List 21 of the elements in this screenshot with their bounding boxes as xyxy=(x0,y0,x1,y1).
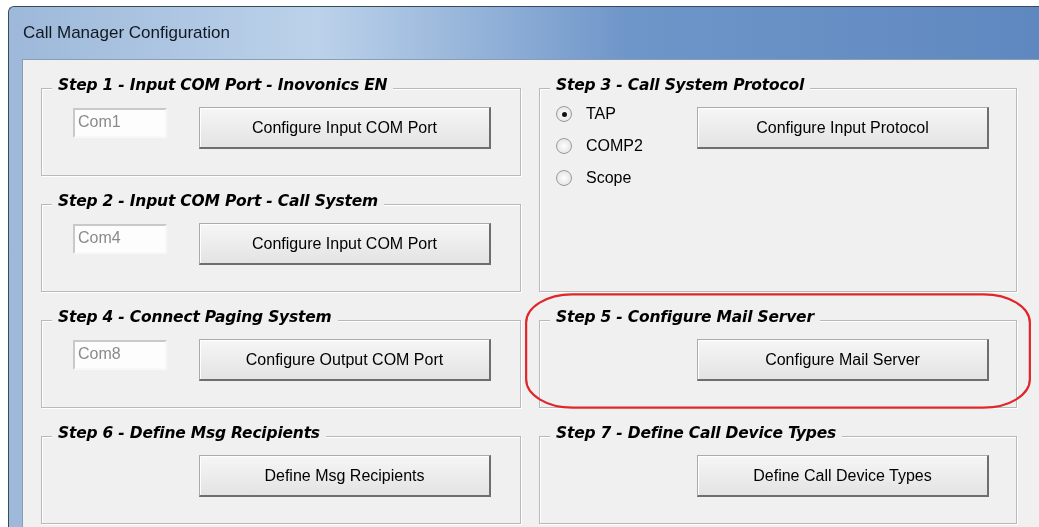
group-title: Step 6 - Define Msg Recipients xyxy=(52,424,326,442)
group-title: Step 3 - Call System Protocol xyxy=(550,76,810,94)
configure-button[interactable]: Configure Output COM Port xyxy=(199,339,491,381)
group-title: Step 4 - Connect Paging System xyxy=(52,308,338,326)
radio-button[interactable] xyxy=(556,106,572,122)
radio-label: Scope xyxy=(586,169,632,187)
configure-button[interactable]: Define Msg Recipients xyxy=(199,455,491,497)
configure-button[interactable]: Configure Input COM Port xyxy=(199,107,491,149)
radio-button[interactable] xyxy=(556,138,572,154)
configure-button[interactable]: Configure Input COM Port xyxy=(199,223,491,265)
configure-button[interactable]: Configure Input Protocol xyxy=(697,107,989,149)
group-title: Step 1 - Input COM Port - Inovonics EN xyxy=(52,76,394,94)
configure-button[interactable]: Configure Mail Server xyxy=(697,339,989,381)
radio-label: COMP2 xyxy=(586,137,643,155)
group-title: Step 2 - Input COM Port - Call System xyxy=(52,192,384,210)
radio-button[interactable] xyxy=(556,170,572,186)
window-title: Call Manager Configuration xyxy=(23,23,230,43)
radio-label: TAP xyxy=(586,105,616,123)
configure-button[interactable]: Define Call Device Types xyxy=(697,455,989,497)
group-title: Step 5 - Configure Mail Server xyxy=(550,308,820,326)
group-title: Step 7 - Define Call Device Types xyxy=(550,424,843,442)
